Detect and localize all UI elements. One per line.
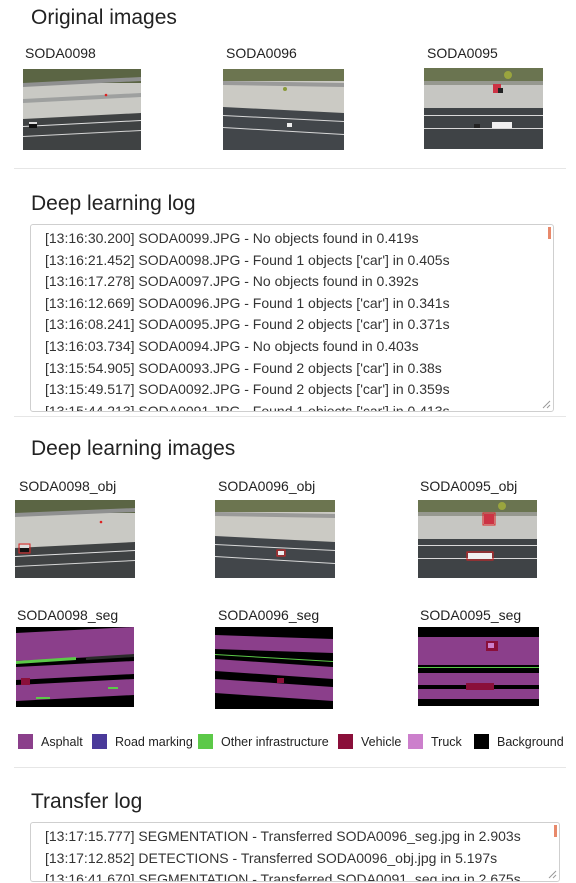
deep-learning-log-textarea[interactable]: [13:16:30.200] SODA0099.JPG - No objects… <box>30 224 554 412</box>
original-image-soda0098[interactable] <box>23 69 141 150</box>
legend-label: Other infrastructure <box>221 734 329 749</box>
original-image-label: SODA0098 <box>25 45 96 61</box>
legend-swatch <box>198 734 213 749</box>
deep-learning-images-title: Deep learning images <box>31 437 236 460</box>
legend-label: Asphalt <box>41 734 83 749</box>
original-images-title: Original images <box>31 6 177 29</box>
log-line: [13:16:08.241] SODA0095.JPG - Found 2 ob… <box>45 316 450 333</box>
legend-item-truck: Truck <box>408 734 462 749</box>
divider <box>14 416 566 417</box>
legend-label: Road marking <box>115 734 193 749</box>
log-line: [13:15:54.905] SODA0093.JPG - Found 2 ob… <box>45 359 442 376</box>
obj-image-label: SODA0098_obj <box>19 478 117 494</box>
log-line: [13:17:15.777] SEGMENTATION - Transferre… <box>45 828 521 844</box>
log-line: [13:16:12.669] SODA0096.JPG - Found 1 ob… <box>45 294 450 311</box>
legend-label: Vehicle <box>361 734 402 749</box>
log-line: [13:15:44.213] SODA0091.JPG - Found 1 ob… <box>45 402 450 412</box>
legend-swatch <box>18 734 33 749</box>
original-image-label: SODA0096 <box>226 45 297 61</box>
legend-item-other-infrastructure: Other infrastructure <box>198 734 329 749</box>
legend-swatch <box>408 734 423 749</box>
obj-image-soda0098[interactable] <box>15 500 135 578</box>
log-line: [13:16:03.734] SODA0094.JPG - No objects… <box>45 337 419 354</box>
log-line: [13:15:49.517] SODA0092.JPG - Found 2 ob… <box>45 381 450 398</box>
legend-item-road-marking: Road marking <box>92 734 193 749</box>
resize-handle-icon[interactable] <box>542 400 551 409</box>
divider <box>14 168 566 169</box>
seg-image-label: SODA0098_seg <box>17 607 119 623</box>
legend-swatch <box>474 734 489 749</box>
transfer-log-textarea[interactable]: [13:17:15.777] SEGMENTATION - Transferre… <box>30 822 560 882</box>
transfer-log-title: Transfer log <box>31 790 143 813</box>
original-image-soda0096[interactable] <box>223 69 344 150</box>
legend-swatch <box>92 734 107 749</box>
legend-item-background: Background <box>474 734 564 749</box>
original-image-soda0095[interactable] <box>424 68 543 149</box>
legend-item-asphalt: Asphalt <box>18 734 83 749</box>
original-image-label: SODA0095 <box>427 45 498 61</box>
obj-image-soda0096[interactable] <box>215 500 335 578</box>
log-line: [13:16:21.452] SODA0098.JPG - Found 1 ob… <box>45 251 450 268</box>
log-line: [13:17:12.852] DETECTIONS - Transferred … <box>45 849 498 866</box>
deep-learning-log-title: Deep learning log <box>31 192 196 215</box>
legend-item-vehicle: Vehicle <box>338 734 401 749</box>
seg-image-soda0096[interactable] <box>215 627 333 709</box>
log-line: [13:16:17.278] SODA0097.JPG - No objects… <box>45 273 419 290</box>
seg-image-label: SODA0095_seg <box>420 607 522 623</box>
scrollbar-thumb[interactable] <box>554 825 557 837</box>
obj-image-label: SODA0095_obj <box>420 478 518 494</box>
log-line: [13:16:30.200] SODA0099.JPG - No objects… <box>45 230 419 246</box>
seg-image-label: SODA0096_seg <box>218 607 320 623</box>
obj-image-soda0095[interactable] <box>418 500 537 578</box>
scrollbar-thumb[interactable] <box>548 227 551 239</box>
legend-label: Truck <box>431 734 462 749</box>
legend-swatch <box>338 734 353 749</box>
segmentation-legend: Asphalt Road marking Other infrastructur… <box>18 734 576 750</box>
divider <box>14 767 566 768</box>
log-line: [13:16:41.670] SEGMENTATION - Transferre… <box>45 871 521 882</box>
resize-handle-icon[interactable] <box>548 870 557 879</box>
obj-image-label: SODA0096_obj <box>218 478 316 494</box>
seg-image-soda0098[interactable] <box>16 627 134 707</box>
legend-label: Background <box>497 734 564 749</box>
seg-image-soda0095[interactable] <box>418 627 539 706</box>
